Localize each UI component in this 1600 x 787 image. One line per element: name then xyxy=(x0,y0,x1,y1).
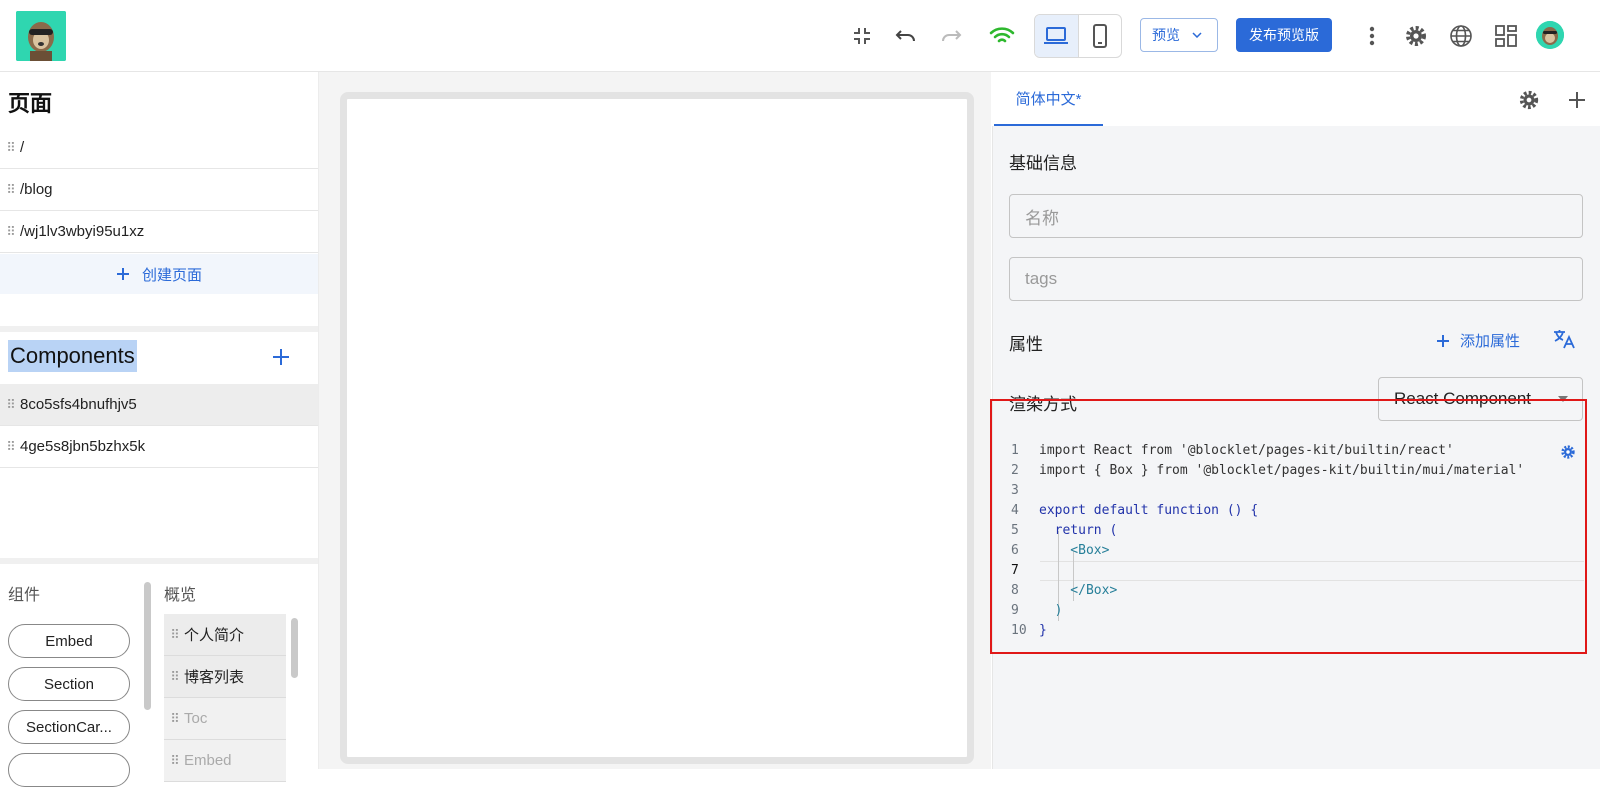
drag-handle-icon[interactable]: ⠿ xyxy=(164,753,184,769)
add-language-icon[interactable] xyxy=(1561,84,1593,116)
basic-info-label: 基础信息 xyxy=(1009,154,1077,173)
gear-icon[interactable] xyxy=(1400,20,1432,52)
compress-icon[interactable] xyxy=(846,20,878,52)
overview-item-label: Toc xyxy=(184,710,208,727)
drag-handle-icon[interactable]: ⠿ xyxy=(164,669,184,685)
page-item[interactable]: ⠿ / xyxy=(0,127,318,169)
component-pill[interactable]: SectionCar... xyxy=(8,710,130,744)
component-item[interactable]: ⠿ 8co5sfs4bnufhjv5 xyxy=(0,384,318,426)
overview-item-label: Embed xyxy=(184,752,232,769)
attributes-label: 属性 xyxy=(1009,335,1043,354)
globe-icon[interactable] xyxy=(1445,20,1477,52)
overview-item-label: 个人简介 xyxy=(184,627,245,644)
overview-item-label: 博客列表 xyxy=(184,669,245,686)
page-canvas[interactable] xyxy=(340,92,974,764)
page-item-label: /wj1lv3wbyi95u1xz xyxy=(20,223,145,240)
component-item[interactable]: ⠿ 4ge5s8jbn5bzhx5k xyxy=(0,426,318,468)
component-item-label: 8co5sfs4bnufhjv5 xyxy=(20,396,137,413)
create-page-label: 创建页面 xyxy=(141,266,202,284)
component-pill[interactable]: Section xyxy=(8,667,130,701)
translate-icon[interactable] xyxy=(1548,323,1580,355)
component-pill[interactable]: Embed xyxy=(8,624,130,658)
tags-field[interactable]: tags xyxy=(1009,257,1583,301)
overview-item[interactable]: ⠿ 个人简介 xyxy=(164,614,286,656)
add-component-icon[interactable] xyxy=(272,342,290,373)
page-item[interactable]: ⠿ /wj1lv3wbyi95u1xz xyxy=(0,211,318,253)
drag-handle-icon[interactable]: ⠿ xyxy=(164,711,184,727)
drag-handle-icon[interactable]: ⠿ xyxy=(0,182,20,198)
section-divider xyxy=(0,326,318,332)
component-pill[interactable] xyxy=(8,753,130,787)
section-divider xyxy=(0,558,318,564)
top-bar: 预览 发布预览版 xyxy=(0,0,1600,72)
components-title: Components xyxy=(8,340,137,372)
overview-item[interactable]: ⠿ 博客列表 xyxy=(164,656,286,698)
dashboard-icon[interactable] xyxy=(1490,20,1522,52)
chevron-down-icon xyxy=(1192,32,1202,38)
wifi-icon xyxy=(986,20,1018,52)
preview-select[interactable]: 预览 xyxy=(1140,18,1218,52)
undo-icon[interactable] xyxy=(890,20,922,52)
overview-item[interactable]: ⠿ Toc xyxy=(164,698,286,740)
gear-icon[interactable] xyxy=(1513,84,1545,116)
mobile-icon[interactable] xyxy=(1077,15,1121,57)
library-scrollbar[interactable] xyxy=(144,582,151,710)
more-vert-icon[interactable] xyxy=(1356,20,1388,52)
drag-handle-icon[interactable]: ⠿ xyxy=(0,224,20,240)
drag-handle-icon[interactable]: ⠿ xyxy=(0,397,20,413)
name-field[interactable]: 名称 xyxy=(1009,194,1583,238)
overview-label: 概览 xyxy=(164,587,197,604)
redo-icon[interactable] xyxy=(935,20,967,52)
app-logo[interactable] xyxy=(16,11,66,61)
plus-icon xyxy=(1437,334,1449,347)
page-item-label: /blog xyxy=(20,181,53,198)
plus-icon xyxy=(116,268,129,280)
create-page-button[interactable]: 创建页面 xyxy=(0,254,318,294)
drag-handle-icon[interactable]: ⠿ xyxy=(0,439,20,455)
add-attribute-button[interactable]: 添加属性 xyxy=(1436,330,1520,351)
pages-title: 页面 xyxy=(8,91,53,116)
drag-handle-icon[interactable]: ⠿ xyxy=(164,627,184,643)
avatar[interactable] xyxy=(1536,21,1564,49)
preview-select-label: 预览 xyxy=(1152,27,1180,43)
device-toggle xyxy=(1034,14,1122,58)
components-library-label: 组件 xyxy=(8,587,41,604)
desktop-icon[interactable] xyxy=(1035,15,1078,57)
page-item-label: / xyxy=(20,139,25,156)
overview-item[interactable]: ⠿ Embed xyxy=(164,740,286,782)
tab-simplified-chinese[interactable]: 简体中文* xyxy=(994,72,1103,126)
overview-scrollbar[interactable] xyxy=(291,618,298,678)
highlight-annotation-box xyxy=(990,399,1587,654)
drag-handle-icon[interactable]: ⠿ xyxy=(0,140,20,156)
page-item[interactable]: ⠿ /blog xyxy=(0,169,318,211)
publish-preview-button[interactable]: 发布预览版 xyxy=(1236,18,1332,52)
add-attribute-label: 添加属性 xyxy=(1460,333,1521,350)
component-item-label: 4ge5s8jbn5bzhx5k xyxy=(20,438,146,455)
